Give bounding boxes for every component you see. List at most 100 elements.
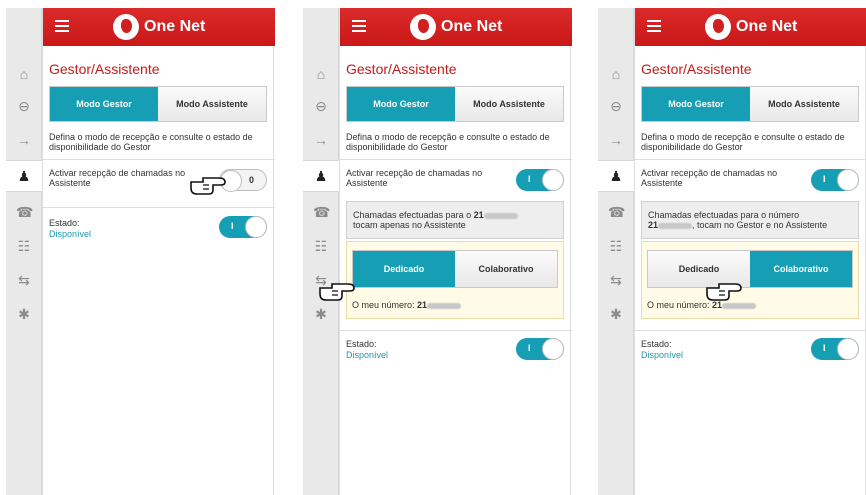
tab-modo-assistente[interactable]: Modo Assistente [455,87,563,121]
hamburger-icon[interactable] [55,20,69,32]
side-rail: ⌂ ⊖ → ♟ ☎ ☷ ⇆ ✱ [598,8,634,495]
activate-label: Activar recepção de chamadas no Assisten… [346,168,483,188]
toggle-knob [542,169,564,191]
toggle-knob [837,338,859,360]
info-number: 21 [648,220,659,230]
call-icon[interactable]: ☎ [16,204,33,220]
group-icon[interactable]: ☷ [16,238,32,254]
toggle-state-label: I [528,174,531,184]
app-header: One Net [635,8,866,46]
vodafone-logo [410,14,436,40]
app-header: One Net [43,8,275,46]
forward-icon[interactable]: → [608,132,624,148]
brand-name: One Net [441,18,503,35]
info-prefix: Chamadas efectuadas para o número [648,210,800,220]
tab-modo-assistente[interactable]: Modo Assistente [750,87,858,121]
tab-colaborativo[interactable]: Colaborativo [455,251,557,287]
mode-description: Defina o modo de recepção e consulte o e… [49,132,253,152]
screen-3: ⌂ ⊖ → ♟ ☎ ☷ ⇆ ✱ One Net Gestor/Assistent… [598,8,866,495]
home-icon[interactable]: ⌂ [313,66,329,82]
info-suffix: tocam apenas no Assistente [353,220,466,230]
tab-modo-assistente[interactable]: Modo Assistente [158,87,266,121]
redacted-number [658,222,693,229]
app-content: One Net Gestor/Assistente Modo Gestor Mo… [319,8,572,495]
tab-dedicado[interactable]: Dedicado [353,251,455,287]
tab-modo-gestor[interactable]: Modo Gestor [642,87,750,121]
forward-icon[interactable]: → [16,132,32,148]
activate-toggle[interactable]: I [811,169,859,191]
estado-toggle[interactable]: I [811,338,859,360]
manager-assistant-icon[interactable]: ♟ [313,168,329,184]
activate-toggle[interactable]: I [516,169,564,191]
manager-assistant-icon[interactable]: ♟ [16,168,32,184]
tab-modo-gestor[interactable]: Modo Gestor [347,87,455,121]
estado-value: Disponível [346,350,389,360]
redacted-number [427,302,462,309]
toggle-knob [245,216,267,238]
vodafone-logo [113,14,139,40]
screen-2: ⌂ ⊖ → ♟ ☎ ☷ ⇆ ✱ One Net Gestor/Assistent… [303,8,572,495]
home-icon[interactable]: ⌂ [608,66,624,82]
info-text: Chamadas efectuadas para o número 21 , to… [648,210,856,230]
my-number-label: O meu número: [647,300,710,310]
my-number-row: O meu número: 21 [352,300,462,310]
info-number: 21 [473,210,484,220]
toggle-state-label: I [823,174,826,184]
tutorial-canvas: ⌂ ⊖ → ♟ ☎ ☷ ⇆ ✱ One Net Gestor/Assistent… [0,0,866,495]
pointing-hand-icon [319,283,355,301]
gear-icon[interactable]: ✱ [608,306,624,322]
forward-icon[interactable]: → [313,132,329,148]
group-icon[interactable]: ☷ [608,238,624,254]
estado-toggle[interactable]: I [516,338,564,360]
estado-value: Disponível [641,350,684,360]
activate-label: Activar recepção de chamadas no Assisten… [641,168,778,188]
reception-mode-tabs: Dedicado Colaborativo [352,250,558,288]
gear-icon[interactable]: ✱ [16,306,32,322]
estado-value: Disponível [49,229,92,239]
mode-panel: Dedicado Colaborativo O meu número: 21 [346,241,564,319]
mode-tabs: Modo Gestor Modo Assistente [49,86,267,122]
toggle-state-label: I [823,343,826,353]
home-icon[interactable]: ⌂ [16,66,32,82]
estado-toggle[interactable]: I [219,216,267,238]
screen-1: ⌂ ⊖ → ♟ ☎ ☷ ⇆ ✱ One Net Gestor/Assistent… [6,8,275,495]
mode-panel: Dedicado Colaborativo O meu número: 21 [641,241,859,319]
info-prefix: Chamadas efectuadas para o [353,210,472,220]
side-rail: ⌂ ⊖ → ♟ ☎ ☷ ⇆ ✱ [303,8,339,495]
toggle-state-label: I [528,343,531,353]
call-icon[interactable]: ☎ [313,204,330,220]
hamburger-icon[interactable] [647,20,661,32]
app-content: One Net Gestor/Assistente Modo Gestor Mo… [42,8,275,495]
toggle-state-label: I [231,221,234,231]
mode-description: Defina o modo de recepção e consulte o e… [346,132,550,152]
page-title: Gestor/Assistente [49,61,160,77]
side-rail: ⌂ ⊖ → ♟ ☎ ☷ ⇆ ✱ [6,8,42,495]
minus-circle-icon[interactable]: ⊖ [608,98,624,114]
toggle-knob [542,338,564,360]
group-icon[interactable]: ☷ [313,238,329,254]
app-content: One Net Gestor/Assistente Modo Gestor Mo… [634,8,866,495]
call-icon[interactable]: ☎ [608,204,625,220]
divider [635,330,866,331]
minus-circle-icon[interactable]: ⊖ [313,98,329,114]
pointing-hand-icon [190,177,226,195]
estado-label: Estado: [49,218,80,228]
mobile-transfer-icon[interactable]: ⇆ [608,272,624,288]
estado-label: Estado: [346,339,377,349]
tab-colaborativo[interactable]: Colaborativo [750,251,852,287]
brand-name: One Net [736,18,798,35]
mode-tabs: Modo Gestor Modo Assistente [641,86,859,122]
my-number-label: O meu número: [352,300,415,310]
toggle-state-label: 0 [248,175,254,185]
hamburger-icon[interactable] [352,20,366,32]
manager-assistant-icon[interactable]: ♟ [608,168,624,184]
divider [340,159,572,160]
pointing-hand-icon [706,283,742,301]
divider [43,207,275,208]
mobile-transfer-icon[interactable]: ⇆ [16,272,32,288]
divider [340,330,572,331]
minus-circle-icon[interactable]: ⊖ [16,98,32,114]
gear-icon[interactable]: ✱ [313,306,329,322]
my-number-value: 21 [417,300,428,310]
tab-modo-gestor[interactable]: Modo Gestor [50,87,158,121]
